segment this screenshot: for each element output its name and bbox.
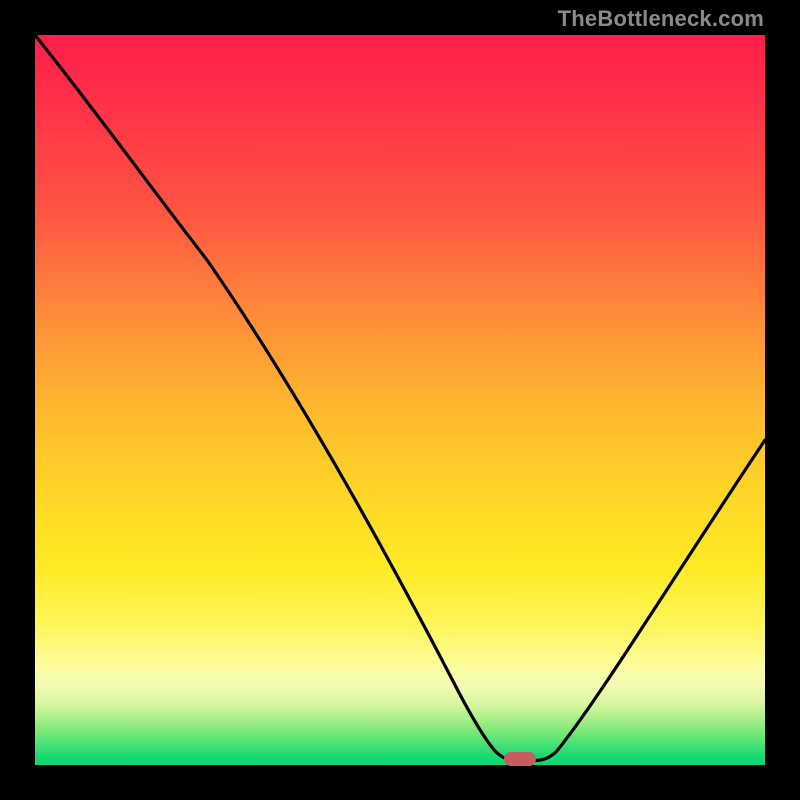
optimal-marker: [504, 752, 536, 766]
chart-frame: [35, 35, 765, 765]
bottleneck-curve-path: [35, 35, 765, 761]
watermark-text: TheBottleneck.com: [558, 6, 764, 32]
chart-curve-layer: [35, 35, 765, 765]
